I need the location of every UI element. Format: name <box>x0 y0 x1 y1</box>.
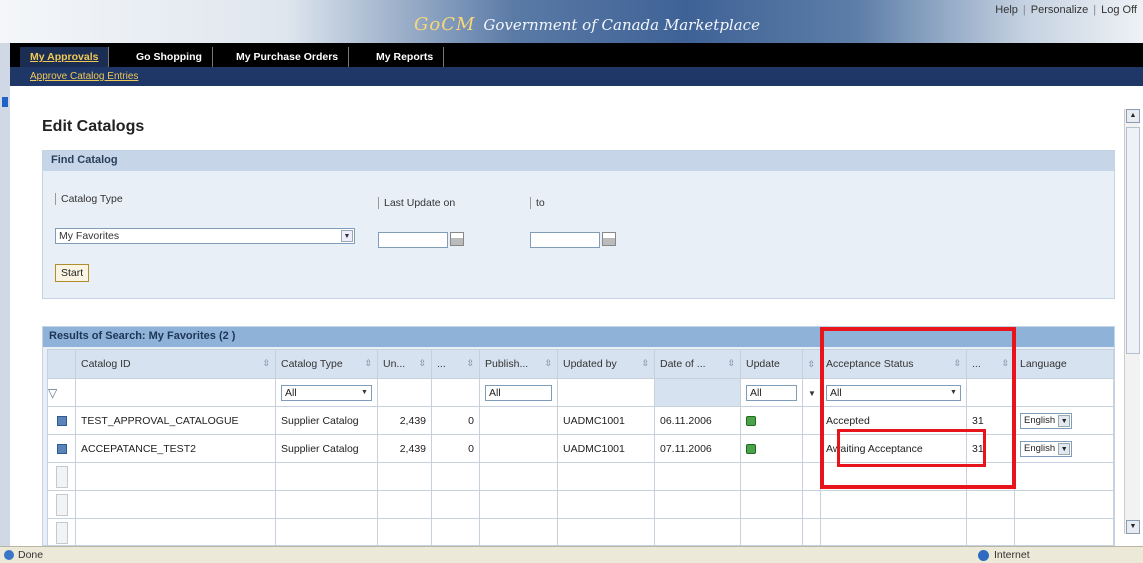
filter-catalog-type[interactable]: All ▼ <box>275 378 378 407</box>
cell-updated-by: UADMC1001 <box>557 406 655 435</box>
filter-update-arrow[interactable]: ▼ <box>802 378 821 407</box>
col-language[interactable]: Language <box>1014 349 1114 379</box>
table-row-empty <box>47 490 1114 519</box>
update-status-icon <box>746 443 756 454</box>
sub-nav: Approve Catalog Entries <box>10 67 1143 86</box>
cell-update-pad <box>802 406 821 435</box>
cell-un: 2,439 <box>377 434 432 463</box>
subnav-approve-catalog-entries[interactable]: Approve Catalog Entries <box>30 71 138 82</box>
vertical-scrollbar[interactable]: ▲ ▼ <box>1124 109 1140 534</box>
filter-toggle[interactable]: ▽ <box>47 378 76 407</box>
select-all-header[interactable] <box>47 349 76 379</box>
find-catalog-panel: Find Catalog Catalog Type My Favorites ▼… <box>42 150 1115 299</box>
filter-language[interactable] <box>1014 378 1114 407</box>
status-text: Done <box>18 549 44 561</box>
filter-updated-by[interactable] <box>557 378 655 407</box>
cell-catalog-type: Supplier Catalog <box>275 406 378 435</box>
chevron-down-icon: ▼ <box>1058 442 1071 455</box>
calendar-icon[interactable] <box>602 232 616 246</box>
row-selector[interactable] <box>47 462 76 491</box>
personalize-link[interactable]: Personalize <box>1031 4 1088 16</box>
cell-language[interactable]: English ▼ <box>1014 406 1114 435</box>
left-frame-strip <box>0 43 10 546</box>
cell-update[interactable] <box>740 406 803 435</box>
cell-catalog-id: TEST_APPROVAL_CATALOGUE <box>75 406 276 435</box>
col-catalog-id[interactable]: Catalog ID ⇳ <box>75 349 276 379</box>
col-update[interactable]: Update <box>740 349 803 379</box>
catalog-type-label: Catalog Type <box>55 193 123 205</box>
cell-catalog-type: Supplier Catalog <box>275 434 378 463</box>
scroll-thumb[interactable] <box>1126 127 1140 354</box>
cell-updated-by: UADMC1001 <box>557 434 655 463</box>
cell-date: 07.11.2006 <box>654 434 741 463</box>
status-bar: Done Internet <box>0 546 1143 563</box>
find-catalog-header: Find Catalog <box>43 151 1114 171</box>
brand-logo: GoCM <box>414 14 476 35</box>
col-publish[interactable]: Publish... ⇳ <box>479 349 558 379</box>
to-label: to <box>530 197 545 209</box>
cell-update-pad <box>802 434 821 463</box>
cell-publish <box>479 406 558 435</box>
header-banner: GoCM Government of Canada Marketplace Hel… <box>0 0 1143 43</box>
col-catalog-type[interactable]: Catalog Type ⇳ <box>275 349 378 379</box>
catalog-type-value: My Favorites <box>59 230 120 242</box>
help-link[interactable]: Help <box>995 4 1018 16</box>
row-selector[interactable] <box>47 490 76 519</box>
start-button[interactable]: Start <box>55 264 90 282</box>
col-updated-by[interactable]: Updated by ⇳ <box>557 349 655 379</box>
col-4[interactable]: ... ⇳ <box>431 349 480 379</box>
tab-go-shopping[interactable]: Go Shopping <box>126 47 213 67</box>
cell-un: 2,439 <box>377 406 432 435</box>
top-links: Help | Personalize | Log Off <box>995 4 1137 16</box>
calendar-icon[interactable] <box>450 232 464 246</box>
row-selector[interactable] <box>47 434 76 463</box>
filter-catalog-id[interactable] <box>75 378 276 407</box>
to-date-input[interactable] <box>530 232 600 248</box>
table-row-empty <box>47 518 1114 545</box>
col-update-sort[interactable]: ⇳ <box>802 349 821 379</box>
cell-update[interactable] <box>740 434 803 463</box>
tab-my-approvals[interactable]: My Approvals <box>20 47 110 67</box>
page-icon <box>4 550 14 560</box>
chevron-down-icon: ▼ <box>341 230 353 242</box>
update-status-icon <box>746 415 756 426</box>
globe-icon <box>978 550 989 561</box>
brand-title: Government of Canada Marketplace <box>483 16 760 34</box>
cell-date: 06.11.2006 <box>654 406 741 435</box>
cell-4: 0 <box>431 434 480 463</box>
tab-my-reports[interactable]: My Reports <box>366 47 445 67</box>
last-update-label: Last Update on <box>378 197 455 209</box>
filter-update[interactable]: All <box>740 378 803 407</box>
filter-4[interactable] <box>431 378 480 407</box>
chevron-down-icon: ▼ <box>361 388 368 396</box>
chevron-down-icon: ▼ <box>808 388 816 398</box>
filter-un[interactable] <box>377 378 432 407</box>
filter-icon: ▽ <box>48 385 58 400</box>
chevron-down-icon: ▼ <box>1058 414 1071 427</box>
col-date[interactable]: Date of ... ⇳ <box>654 349 741 379</box>
security-zone: Internet <box>994 549 1030 561</box>
row-selector[interactable] <box>47 518 76 545</box>
col-un[interactable]: Un... ⇳ <box>377 349 432 379</box>
cell-catalog-id: ACCEPATANCE_TEST2 <box>75 434 276 463</box>
tab-my-purchase-orders[interactable]: My Purchase Orders <box>226 47 350 67</box>
page-title: Edit Catalogs <box>42 118 145 135</box>
filter-date[interactable] <box>654 378 741 407</box>
catalog-type-select[interactable]: My Favorites ▼ <box>55 228 355 244</box>
main-nav: My Approvals Go Shopping My Purchase Ord… <box>10 43 1143 67</box>
row-selector[interactable] <box>47 406 76 435</box>
cell-4: 0 <box>431 406 480 435</box>
scroll-down-icon[interactable]: ▼ <box>1126 520 1140 534</box>
cell-publish <box>479 434 558 463</box>
logoff-link[interactable]: Log Off <box>1101 4 1137 16</box>
last-update-input[interactable] <box>378 232 448 248</box>
highlight-box-awaiting-acceptance <box>837 429 986 467</box>
filter-publish[interactable]: All <box>479 378 558 407</box>
cell-language[interactable]: English ▼ <box>1014 434 1114 463</box>
brand: GoCM Government of Canada Marketplace <box>414 14 760 35</box>
scroll-up-icon[interactable]: ▲ <box>1126 109 1140 123</box>
